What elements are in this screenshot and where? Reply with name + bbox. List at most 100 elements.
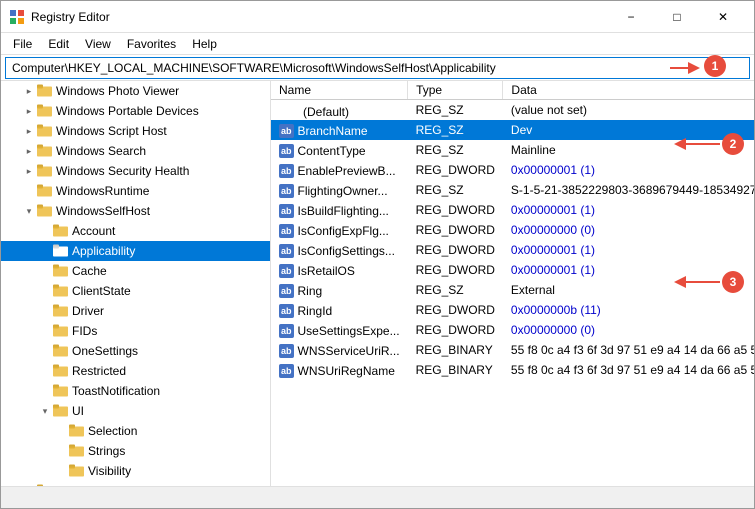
tree-item-applicability[interactable]: Applicability: [1, 241, 270, 261]
reg-type-ringid: REG_DWORD: [408, 300, 503, 320]
table-row[interactable]: abFlightingOwner...REG_SZS-1-5-21-385222…: [271, 180, 754, 200]
tree-item-win-runtime[interactable]: WindowsRuntime: [1, 181, 270, 201]
tree-item-clientstate[interactable]: ClientState: [1, 281, 270, 301]
tree-expand-clientstate[interactable]: [37, 281, 53, 301]
reg-name-default: (Default): [271, 100, 408, 121]
tree-item-selection[interactable]: Selection: [1, 421, 270, 441]
tree-item-strings[interactable]: Strings: [1, 441, 270, 461]
tree-expand-ui[interactable]: ▾: [37, 401, 53, 421]
table-row[interactable]: abWNSServiceUriR...REG_BINARY55 f8 0c a4…: [271, 340, 754, 360]
table-row[interactable]: abIsConfigExpFlg...REG_DWORD0x00000000 (…: [271, 220, 754, 240]
folder-icon-win-photo: [37, 83, 53, 100]
tree-item-restricted[interactable]: Restricted: [1, 361, 270, 381]
tree-label-ui: UI: [72, 404, 84, 418]
tree-item-win-security[interactable]: ▸ Windows Security Health: [1, 161, 270, 181]
tree-scroll[interactable]: ▸ Windows Photo Viewer▸ Windows Portable…: [1, 81, 270, 486]
table-row[interactable]: abRingIdREG_DWORD0x0000000b (11): [271, 300, 754, 320]
folder-icon-windowsupdate: [37, 483, 53, 487]
table-row[interactable]: abUseSettingsExpe...REG_DWORD0x00000000 …: [271, 320, 754, 340]
tree-item-windowsupdate[interactable]: ▸ WindowsUpdate: [1, 481, 270, 486]
menu-file[interactable]: File: [5, 35, 40, 53]
tree-item-cache[interactable]: Cache: [1, 261, 270, 281]
tree-expand-win-selfhost[interactable]: ▾: [21, 201, 37, 221]
col-data[interactable]: Data: [503, 81, 754, 100]
folder-icon-clientstate: [53, 283, 69, 300]
folder-icon-fids: [53, 323, 69, 340]
table-row[interactable]: abWNSUriRegNameREG_BINARY55 f8 0c a4 f3 …: [271, 360, 754, 380]
tree-expand-visibility[interactable]: [53, 461, 69, 481]
tree-expand-win-runtime[interactable]: [21, 181, 37, 201]
tree-item-win-photo[interactable]: ▸ Windows Photo Viewer: [1, 81, 270, 101]
reg-type-contenttype: REG_SZ: [408, 140, 503, 160]
tree-expand-selection[interactable]: [53, 421, 69, 441]
tree-label-win-script: Windows Script Host: [56, 124, 167, 138]
address-input[interactable]: [5, 57, 750, 79]
reg-name-wnsuri: abWNSUriRegName: [271, 360, 408, 380]
tree-item-win-selfhost[interactable]: ▾ WindowsSelfHost: [1, 201, 270, 221]
menu-view[interactable]: View: [77, 35, 119, 53]
tree-expand-win-portable[interactable]: ▸: [21, 101, 37, 121]
tree-expand-onesettings[interactable]: [37, 341, 53, 361]
tree-expand-restricted[interactable]: [37, 361, 53, 381]
tree-label-windowsupdate: WindowsUpdate: [56, 484, 143, 486]
tree-label-win-search: Windows Search: [56, 144, 146, 158]
tree-expand-win-photo[interactable]: ▸: [21, 81, 37, 101]
menu-bar: File Edit View Favorites Help: [1, 33, 754, 55]
window-title: Registry Editor: [31, 10, 608, 24]
tree-expand-strings[interactable]: [53, 441, 69, 461]
folder-icon-win-selfhost: [37, 203, 53, 220]
minimize-button[interactable]: −: [608, 1, 654, 33]
address-bar: 1: [1, 55, 754, 81]
reg-data-isconfigexpflg: 0x00000000 (0): [503, 220, 754, 240]
tree-item-ui[interactable]: ▾ UI: [1, 401, 270, 421]
reg-type-wnsuri: REG_BINARY: [408, 360, 503, 380]
tree-label-restricted: Restricted: [72, 364, 126, 378]
folder-icon-account: [53, 223, 69, 240]
tree-expand-win-script[interactable]: ▸: [21, 121, 37, 141]
tree-expand-account[interactable]: [37, 221, 53, 241]
annotation-3: 3: [722, 271, 744, 293]
tree-expand-fids[interactable]: [37, 321, 53, 341]
tree-expand-win-search[interactable]: ▸: [21, 141, 37, 161]
menu-edit[interactable]: Edit: [40, 35, 77, 53]
tree-expand-applicability[interactable]: [37, 241, 53, 261]
menu-favorites[interactable]: Favorites: [119, 35, 184, 53]
tree-item-visibility[interactable]: Visibility: [1, 461, 270, 481]
table-row[interactable]: abIsBuildFlighting...REG_DWORD0x00000001…: [271, 200, 754, 220]
tree-expand-windowsupdate[interactable]: ▸: [21, 481, 37, 486]
tree-item-fids[interactable]: FIDs: [1, 321, 270, 341]
table-row[interactable]: abIsConfigSettings...REG_DWORD0x00000001…: [271, 240, 754, 260]
folder-icon-toastnotification: [53, 383, 69, 400]
tree-item-account[interactable]: Account: [1, 221, 270, 241]
table-row[interactable]: abEnablePreviewB...REG_DWORD0x00000001 (…: [271, 160, 754, 180]
col-name[interactable]: Name: [271, 81, 408, 100]
close-button[interactable]: ✕: [700, 1, 746, 33]
tree-item-win-search[interactable]: ▸ Windows Search: [1, 141, 270, 161]
tree-item-win-script[interactable]: ▸ Windows Script Host: [1, 121, 270, 141]
maximize-button[interactable]: □: [654, 1, 700, 33]
data-pane: Name Type Data (Default)REG_SZ(value not…: [271, 81, 754, 486]
tree-item-onesettings[interactable]: OneSettings: [1, 341, 270, 361]
table-row[interactable]: (Default)REG_SZ(value not set): [271, 100, 754, 121]
folder-icon-restricted: [53, 363, 69, 380]
menu-help[interactable]: Help: [184, 35, 225, 53]
tree-label-win-portable: Windows Portable Devices: [56, 104, 199, 118]
col-type[interactable]: Type: [408, 81, 503, 100]
tree-expand-cache[interactable]: [37, 261, 53, 281]
folder-icon-win-search: [37, 143, 53, 160]
reg-name-ring: abRing: [271, 280, 408, 300]
tree-item-driver[interactable]: Driver: [1, 301, 270, 321]
reg-data-usesettings: 0x00000000 (0): [503, 320, 754, 340]
tree-expand-toastnotification[interactable]: [37, 381, 53, 401]
folder-icon-onesettings: [53, 343, 69, 360]
tree-expand-driver[interactable]: [37, 301, 53, 321]
tree-item-win-portable[interactable]: ▸ Windows Portable Devices: [1, 101, 270, 121]
folder-icon-cache: [53, 263, 69, 280]
status-bar: [1, 486, 754, 508]
tree-label-clientstate: ClientState: [72, 284, 131, 298]
reg-name-contenttype: abContentType: [271, 140, 408, 160]
tree-item-toastnotification[interactable]: ToastNotification: [1, 381, 270, 401]
reg-type-isretailos: REG_DWORD: [408, 260, 503, 280]
tree-expand-win-security[interactable]: ▸: [21, 161, 37, 181]
reg-type-isconfigexpflg: REG_DWORD: [408, 220, 503, 240]
